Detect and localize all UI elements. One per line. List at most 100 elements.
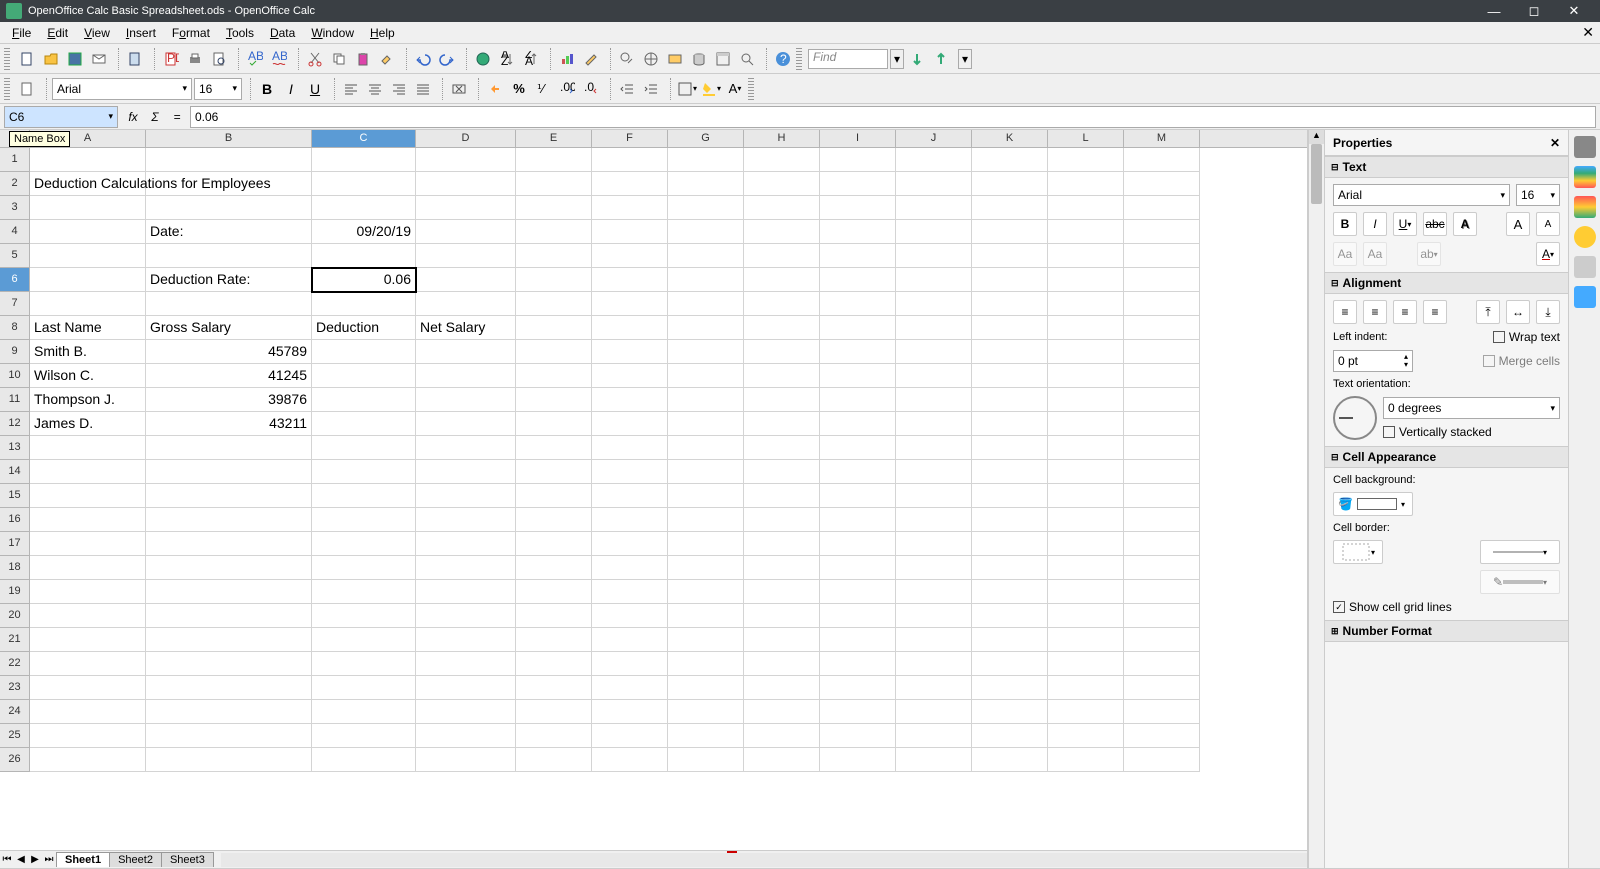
fmt-grip[interactable] [4, 78, 10, 100]
cell-B6[interactable]: Deduction Rate: [146, 268, 312, 292]
cell-F10[interactable] [592, 364, 668, 388]
styles-panel-icon[interactable] [1574, 196, 1596, 218]
cell-F16[interactable] [592, 508, 668, 532]
cell-D22[interactable] [416, 652, 516, 676]
cell-C14[interactable] [312, 460, 416, 484]
cell-C13[interactable] [312, 436, 416, 460]
cell-A6[interactable] [30, 268, 146, 292]
cell-M17[interactable] [1124, 532, 1200, 556]
cell-E5[interactable] [516, 244, 592, 268]
row-header-15[interactable]: 15 [0, 484, 30, 508]
cell-K8[interactable] [972, 316, 1048, 340]
col-header-C[interactable]: C [312, 130, 416, 147]
col-header-M[interactable]: M [1124, 130, 1200, 147]
cell-H16[interactable] [744, 508, 820, 532]
orientation-combo[interactable]: 0 degrees▾ [1383, 397, 1560, 419]
cell-G3[interactable] [668, 196, 744, 220]
cell-appearance-section-header[interactable]: ⊟Cell Appearance [1325, 446, 1568, 468]
cell-F26[interactable] [592, 748, 668, 772]
gallery-panel-icon[interactable] [1574, 226, 1596, 248]
cell-L8[interactable] [1048, 316, 1124, 340]
cell-I21[interactable] [820, 628, 896, 652]
cell-J4[interactable] [896, 220, 972, 244]
row-header-16[interactable]: 16 [0, 508, 30, 532]
cell-D7[interactable] [416, 292, 516, 316]
col-header-B[interactable]: B [146, 130, 312, 147]
cell-F8[interactable] [592, 316, 668, 340]
font-color-button[interactable]: A▾ [724, 78, 746, 100]
text-section-header[interactable]: ⊟Text [1325, 156, 1568, 178]
cell-B1[interactable] [146, 148, 312, 172]
cell-grid[interactable]: 12Deduction Calculations for Employees34… [0, 148, 1307, 850]
cell-F20[interactable] [592, 604, 668, 628]
cell-C7[interactable] [312, 292, 416, 316]
print-button[interactable] [184, 48, 206, 70]
cell-M9[interactable] [1124, 340, 1200, 364]
cell-L10[interactable] [1048, 364, 1124, 388]
cell-J8[interactable] [896, 316, 972, 340]
sb-increase-font-button[interactable]: A [1506, 212, 1530, 236]
cell-D16[interactable] [416, 508, 516, 532]
cell-B18[interactable] [146, 556, 312, 580]
number-format-section-header[interactable]: ⊞Number Format [1325, 620, 1568, 642]
cell-M18[interactable] [1124, 556, 1200, 580]
spellcheck-button[interactable]: ABC [244, 48, 266, 70]
cell-A23[interactable] [30, 676, 146, 700]
cell-A7[interactable] [30, 292, 146, 316]
cell-D12[interactable] [416, 412, 516, 436]
cell-K13[interactable] [972, 436, 1048, 460]
cell-B4[interactable]: Date: [146, 220, 312, 244]
cell-H22[interactable] [744, 652, 820, 676]
col-header-L[interactable]: L [1048, 130, 1124, 147]
cell-D1[interactable] [416, 148, 516, 172]
sb-valign-top-button[interactable]: ⤒ [1476, 300, 1500, 324]
sb-align-center-button[interactable]: ≡ [1363, 300, 1387, 324]
row-header-12[interactable]: 12 [0, 412, 30, 436]
gallery-button[interactable] [664, 48, 686, 70]
cell-G20[interactable] [668, 604, 744, 628]
row-header-6[interactable]: 6 [0, 268, 30, 292]
add-decimal-button[interactable]: .00 [556, 78, 578, 100]
cell-L9[interactable] [1048, 340, 1124, 364]
cell-H10[interactable] [744, 364, 820, 388]
cell-I8[interactable] [820, 316, 896, 340]
col-header-E[interactable]: E [516, 130, 592, 147]
cell-L25[interactable] [1048, 724, 1124, 748]
cell-F19[interactable] [592, 580, 668, 604]
cell-D14[interactable] [416, 460, 516, 484]
menu-tools[interactable]: Tools [218, 24, 262, 42]
cell-F13[interactable] [592, 436, 668, 460]
border-color-picker[interactable]: ✎▾ [1480, 570, 1560, 594]
cell-J5[interactable] [896, 244, 972, 268]
cell-D24[interactable] [416, 700, 516, 724]
cell-M8[interactable] [1124, 316, 1200, 340]
cell-M10[interactable] [1124, 364, 1200, 388]
wrap-text-checkbox[interactable]: Wrap text [1493, 330, 1560, 344]
cell-A8[interactable]: Last Name [30, 316, 146, 340]
cell-A16[interactable] [30, 508, 146, 532]
cell-G14[interactable] [668, 460, 744, 484]
autospell-button[interactable]: ABC [268, 48, 290, 70]
borders-button[interactable]: ▾ [676, 78, 698, 100]
cell-I10[interactable] [820, 364, 896, 388]
cell-B15[interactable] [146, 484, 312, 508]
row-header-23[interactable]: 23 [0, 676, 30, 700]
row-header-7[interactable]: 7 [0, 292, 30, 316]
cell-K6[interactable] [972, 268, 1048, 292]
cell-J10[interactable] [896, 364, 972, 388]
cell-I4[interactable] [820, 220, 896, 244]
cell-A5[interactable] [30, 244, 146, 268]
cell-L2[interactable] [1048, 172, 1124, 196]
cell-A9[interactable]: Smith B. [30, 340, 146, 364]
cell-F24[interactable] [592, 700, 668, 724]
cell-D21[interactable] [416, 628, 516, 652]
cell-D13[interactable] [416, 436, 516, 460]
cell-E15[interactable] [516, 484, 592, 508]
align-right-button[interactable] [388, 78, 410, 100]
cell-M1[interactable] [1124, 148, 1200, 172]
cell-M7[interactable] [1124, 292, 1200, 316]
find-next-button[interactable] [906, 48, 928, 70]
tab-prev-button[interactable]: ◀ [14, 854, 28, 865]
functions-panel-icon[interactable] [1574, 286, 1596, 308]
cell-A20[interactable] [30, 604, 146, 628]
